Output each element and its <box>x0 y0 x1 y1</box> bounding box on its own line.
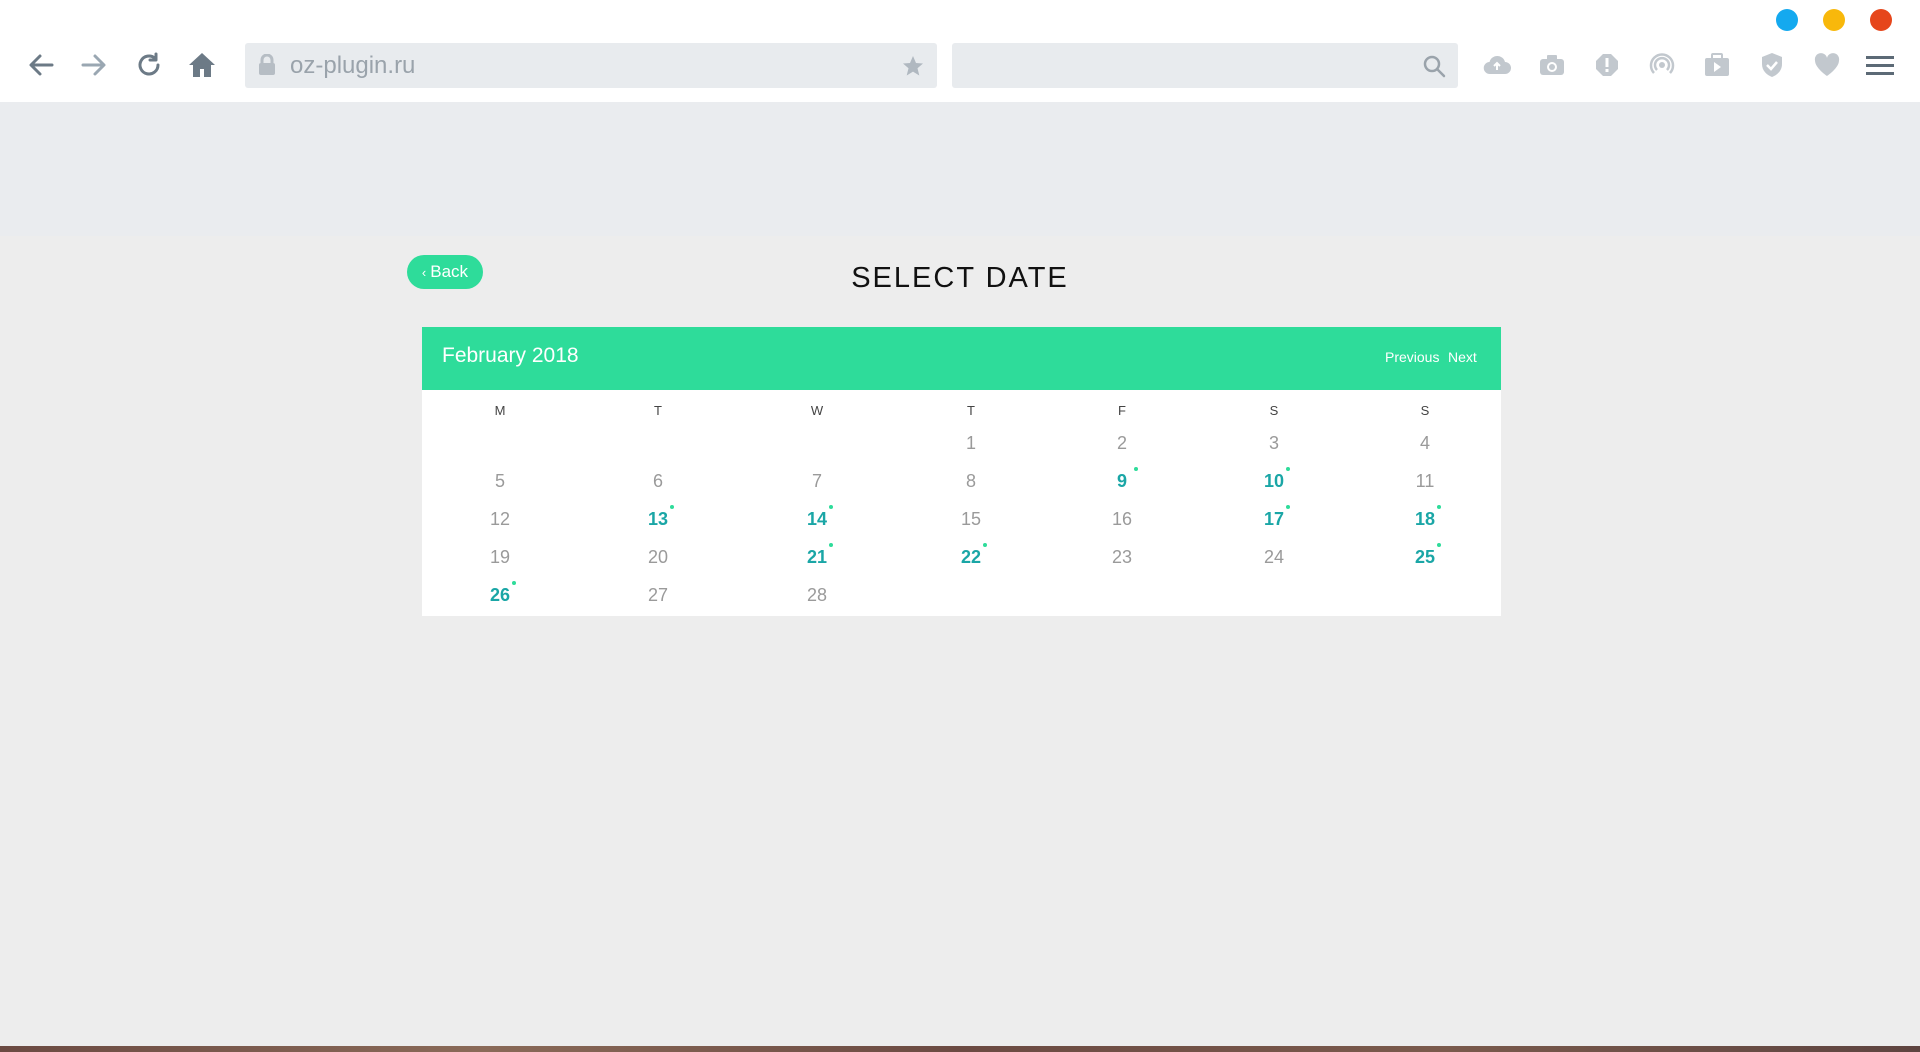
available-day[interactable]: 26 <box>476 581 524 606</box>
lock-icon <box>259 54 275 75</box>
available-day[interactable]: 13 <box>634 505 682 530</box>
weekday-header: S <box>1269 403 1279 418</box>
window-close-button[interactable] <box>1870 9 1892 31</box>
weekday-header: F <box>1118 403 1126 418</box>
calendar-header: February 2018 Previous Next <box>422 327 1501 390</box>
calendar-day: 7 <box>811 471 822 491</box>
next-month-button[interactable]: Next <box>1448 349 1477 365</box>
calendar-day: 2 <box>1116 433 1127 453</box>
calendar-day: 28 <box>806 585 828 605</box>
shield-button[interactable] <box>1757 50 1787 80</box>
hamburger-menu-icon <box>1866 56 1894 75</box>
available-day[interactable]: 14 <box>793 505 841 530</box>
available-day[interactable]: 9 <box>1098 467 1146 492</box>
shield-check-icon <box>1762 53 1782 77</box>
calendar-month-label: February 2018 <box>442 344 579 367</box>
calendar-day: 12 <box>489 509 511 529</box>
previous-month-button[interactable]: Previous <box>1385 349 1439 365</box>
calendar-day: 11 <box>1415 471 1435 491</box>
weekday-header: W <box>810 403 824 418</box>
available-day[interactable]: 25 <box>1401 543 1449 568</box>
video-button[interactable] <box>1702 50 1732 80</box>
browser-toolbar: oz-plugin.ru <box>0 0 1920 102</box>
weekday-header: T <box>967 403 975 418</box>
address-bar[interactable]: oz-plugin.ru <box>245 43 937 88</box>
available-day[interactable]: 17 <box>1250 505 1298 530</box>
availability-dot <box>670 505 674 509</box>
page-header-band <box>0 102 1920 236</box>
cloud-upload-button[interactable] <box>1482 50 1512 80</box>
search-bar[interactable] <box>952 43 1458 88</box>
alert-icon <box>1596 54 1618 76</box>
calendar-day: 24 <box>1263 547 1285 567</box>
chevron-left-icon: ‹ <box>421 264 427 280</box>
back-button-label: Back <box>430 262 469 281</box>
broadcast-button[interactable] <box>1647 50 1677 80</box>
heart-icon <box>1814 53 1840 76</box>
search-icon <box>1423 55 1446 78</box>
desktop-strip <box>0 1046 1920 1052</box>
availability-dot <box>1286 505 1290 509</box>
calendar-day: 15 <box>960 509 982 529</box>
weekday-header: T <box>654 403 662 418</box>
arrow-right-icon <box>81 54 106 76</box>
favorites-button[interactable] <box>1812 50 1842 80</box>
date-calendar: February 2018 Previous Next MTWTFSS12345… <box>422 327 1501 616</box>
url-text: oz-plugin.ru <box>290 52 416 79</box>
calendar-day: 19 <box>489 547 511 567</box>
calendar-day: 23 <box>1111 547 1133 567</box>
home-button[interactable] <box>184 47 220 83</box>
camera-icon <box>1540 55 1564 75</box>
window-minimize-button[interactable] <box>1776 9 1798 31</box>
availability-dot <box>512 581 516 585</box>
availability-dot <box>829 505 833 509</box>
broadcast-icon <box>1649 53 1675 74</box>
back-nav-button[interactable] <box>23 47 59 83</box>
calendar-day: 1 <box>965 433 976 453</box>
star-icon[interactable] <box>901 54 925 78</box>
availability-dot <box>983 543 987 547</box>
calendar-day: 6 <box>652 471 663 491</box>
calendar-day: 20 <box>647 547 669 567</box>
available-day[interactable]: 21 <box>793 543 841 568</box>
cloud-upload-icon <box>1483 55 1511 75</box>
availability-dot <box>1286 467 1290 471</box>
calendar-day: 16 <box>1111 509 1133 529</box>
screenshot-button[interactable] <box>1537 50 1567 80</box>
available-day[interactable]: 10 <box>1250 467 1298 492</box>
forward-nav-button[interactable] <box>76 47 112 83</box>
page-title: SELECT DATE <box>851 262 1069 294</box>
availability-dot <box>1437 505 1441 509</box>
reload-button[interactable] <box>131 47 167 83</box>
availability-dot <box>1134 467 1138 471</box>
weekday-header: M <box>494 403 506 418</box>
calendar-day: 8 <box>965 471 976 491</box>
availability-dot <box>1437 543 1441 547</box>
calendar-day: 27 <box>647 585 669 605</box>
arrow-left-icon <box>29 54 54 76</box>
alert-button[interactable] <box>1592 50 1622 80</box>
available-day[interactable]: 18 <box>1401 505 1449 530</box>
calendar-day: 4 <box>1419 433 1430 453</box>
availability-dot <box>829 543 833 547</box>
video-briefcase-icon <box>1705 53 1729 76</box>
weekday-header: S <box>1420 403 1430 418</box>
reload-icon <box>138 52 160 76</box>
home-icon <box>189 53 215 77</box>
calendar-day: 5 <box>494 471 505 491</box>
menu-button[interactable] <box>1865 50 1895 80</box>
back-button[interactable]: ‹ Back <box>407 255 483 289</box>
available-day[interactable]: 22 <box>947 543 995 568</box>
window-maximize-button[interactable] <box>1823 9 1845 31</box>
calendar-day: 3 <box>1268 433 1279 453</box>
